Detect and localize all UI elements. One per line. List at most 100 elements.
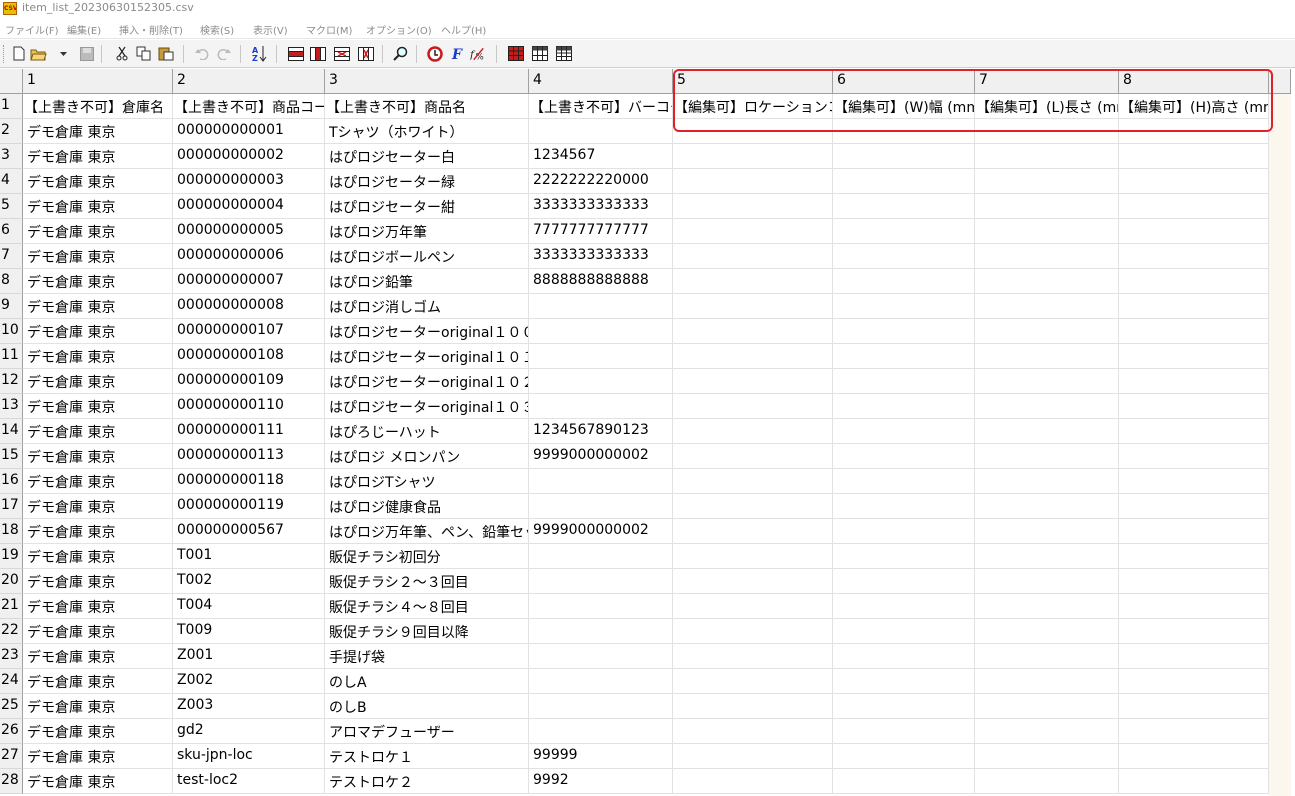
menu-search[interactable]: 検索(S) xyxy=(200,22,234,37)
table-cell[interactable]: 販促チラシ４～８回目 xyxy=(325,594,529,619)
table-cell[interactable]: はぴロジ万年筆 xyxy=(325,219,529,244)
table-cell[interactable] xyxy=(833,444,975,469)
save-icon[interactable] xyxy=(78,45,95,62)
table-cell[interactable]: デモ倉庫 東京 xyxy=(23,419,173,444)
table-cell[interactable] xyxy=(529,119,673,144)
table-cell[interactable]: デモ倉庫 東京 xyxy=(23,369,173,394)
table-cell[interactable] xyxy=(1119,119,1269,144)
table-cell[interactable] xyxy=(529,669,673,694)
function-icon[interactable]: f% xyxy=(470,45,487,62)
row-header-27[interactable]: 27 xyxy=(0,744,23,769)
row-header-18[interactable]: 18 xyxy=(0,519,23,544)
table-cell[interactable]: はぴロジセーターoriginal１００ xyxy=(325,319,529,344)
table-cell[interactable]: 2222222220000 xyxy=(529,169,673,194)
table-cell[interactable]: 000000000006 xyxy=(173,244,325,269)
menu-view[interactable]: 表示(V) xyxy=(253,22,288,37)
table-cell[interactable] xyxy=(833,369,975,394)
table-cell[interactable] xyxy=(1119,519,1269,544)
table-cell[interactable] xyxy=(1119,769,1269,794)
insert-column-icon[interactable] xyxy=(309,45,326,62)
table-cell[interactable] xyxy=(529,469,673,494)
table-cell[interactable] xyxy=(1119,169,1269,194)
table-cell[interactable]: はぴロジ鉛筆 xyxy=(325,269,529,294)
table-cell[interactable]: 000000000108 xyxy=(173,344,325,369)
table-cell[interactable] xyxy=(673,419,833,444)
cut-icon[interactable] xyxy=(113,45,130,62)
table-cell[interactable] xyxy=(529,694,673,719)
table-cell[interactable]: 000000000002 xyxy=(173,144,325,169)
table-cell[interactable]: はぴロジ消しゴム xyxy=(325,294,529,319)
header-cell[interactable]: 【上書き不可】バーコード xyxy=(529,94,673,119)
table-cell[interactable]: デモ倉庫 東京 xyxy=(23,244,173,269)
row-header-8[interactable]: 8 xyxy=(0,269,23,294)
table-cell[interactable] xyxy=(975,419,1119,444)
table-cell[interactable] xyxy=(673,694,833,719)
table-cell[interactable] xyxy=(673,469,833,494)
table-cell[interactable]: 3333333333333 xyxy=(529,194,673,219)
table-cell[interactable]: はぴロジ万年筆、ペン、鉛筆セット xyxy=(325,519,529,544)
table-cell[interactable] xyxy=(975,569,1119,594)
table-cell[interactable]: デモ倉庫 東京 xyxy=(23,219,173,244)
table-cell[interactable] xyxy=(975,619,1119,644)
table-cell[interactable] xyxy=(833,744,975,769)
table-cell[interactable]: のしB xyxy=(325,694,529,719)
row-header-1[interactable]: 1 xyxy=(0,94,23,119)
table-cell[interactable]: デモ倉庫 東京 xyxy=(23,669,173,694)
view-table-alt-icon[interactable] xyxy=(555,45,572,62)
table-cell[interactable] xyxy=(833,419,975,444)
table-cell[interactable]: はぴロジボールペン xyxy=(325,244,529,269)
goto-icon[interactable] xyxy=(426,45,443,62)
table-cell[interactable] xyxy=(1119,719,1269,744)
column-header-7[interactable]: 7 xyxy=(975,69,1119,94)
find-icon[interactable] xyxy=(392,45,409,62)
table-cell[interactable]: T009 xyxy=(173,619,325,644)
row-header-25[interactable]: 25 xyxy=(0,694,23,719)
table-cell[interactable] xyxy=(975,469,1119,494)
table-cell[interactable] xyxy=(833,669,975,694)
table-cell[interactable] xyxy=(975,194,1119,219)
table-cell[interactable]: はぴロジセーター白 xyxy=(325,144,529,169)
table-cell[interactable] xyxy=(1119,694,1269,719)
table-cell[interactable]: はぴロジセーター緑 xyxy=(325,169,529,194)
table-cell[interactable] xyxy=(833,119,975,144)
column-header-8[interactable]: 8 xyxy=(1119,69,1269,94)
table-cell[interactable]: デモ倉庫 東京 xyxy=(23,144,173,169)
table-cell[interactable] xyxy=(833,194,975,219)
table-cell[interactable]: 000000000118 xyxy=(173,469,325,494)
column-header-4[interactable]: 4 xyxy=(529,69,673,94)
table-cell[interactable]: 1234567890123 xyxy=(529,419,673,444)
table-cell[interactable]: テストロケ２ xyxy=(325,769,529,794)
table-cell[interactable]: 000000000567 xyxy=(173,519,325,544)
table-cell[interactable]: デモ倉庫 東京 xyxy=(23,444,173,469)
table-cell[interactable]: Tシャツ（ホワイト） xyxy=(325,119,529,144)
table-cell[interactable]: 9999000000002 xyxy=(529,519,673,544)
copy-icon[interactable] xyxy=(135,45,152,62)
table-cell[interactable]: はぴロジセーターoriginal１０１ xyxy=(325,344,529,369)
table-cell[interactable]: デモ倉庫 東京 xyxy=(23,744,173,769)
table-cell[interactable]: 販促チラシ９回目以降 xyxy=(325,619,529,644)
header-cell[interactable]: 【編集可】ロケーションコード xyxy=(673,94,833,119)
table-cell[interactable]: デモ倉庫 東京 xyxy=(23,269,173,294)
row-header-21[interactable]: 21 xyxy=(0,594,23,619)
table-cell[interactable]: sku-jpn-loc xyxy=(173,744,325,769)
row-header-4[interactable]: 4 xyxy=(0,169,23,194)
table-cell[interactable]: デモ倉庫 東京 xyxy=(23,294,173,319)
table-cell[interactable] xyxy=(1119,244,1269,269)
table-cell[interactable]: 000000000008 xyxy=(173,294,325,319)
column-header-2[interactable]: 2 xyxy=(173,69,325,94)
table-cell[interactable] xyxy=(673,269,833,294)
table-cell[interactable]: gd2 xyxy=(173,719,325,744)
table-cell[interactable] xyxy=(529,394,673,419)
new-file-icon[interactable] xyxy=(10,45,27,62)
row-header-23[interactable]: 23 xyxy=(0,644,23,669)
row-header-12[interactable]: 12 xyxy=(0,369,23,394)
table-cell[interactable] xyxy=(529,494,673,519)
toolbar-grip[interactable] xyxy=(3,45,5,63)
table-cell[interactable] xyxy=(975,369,1119,394)
table-cell[interactable] xyxy=(1119,194,1269,219)
row-header-11[interactable]: 11 xyxy=(0,344,23,369)
column-header-3[interactable]: 3 xyxy=(325,69,529,94)
table-cell[interactable]: デモ倉庫 東京 xyxy=(23,169,173,194)
table-cell[interactable] xyxy=(1119,269,1269,294)
table-cell[interactable] xyxy=(1119,219,1269,244)
